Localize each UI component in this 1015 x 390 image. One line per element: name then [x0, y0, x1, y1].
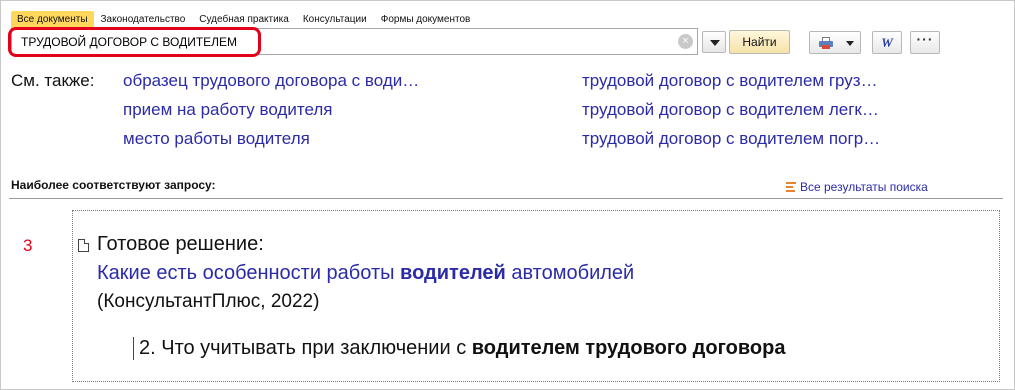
result-title-link[interactable]: Какие есть особенности работы водителей …: [97, 262, 634, 285]
result-source: (КонсультантПлюс, 2022): [97, 291, 320, 312]
more-icon: ···: [916, 31, 934, 47]
document-icon: [78, 239, 89, 252]
search-input[interactable]: [12, 29, 672, 54]
see-also-label: См. также:: [11, 71, 95, 90]
find-button[interactable]: Найти: [729, 30, 790, 54]
results-list-icon: [786, 182, 796, 192]
snippet-text: 2. Что учитывать при заключении с: [139, 337, 472, 359]
result-title-part: Какие есть особенности работы: [97, 262, 401, 284]
annotation-number: 3: [23, 236, 33, 255]
tab-all-documents[interactable]: Все документы: [11, 11, 94, 28]
more-options-button[interactable]: ···: [910, 31, 940, 54]
result-type: Готовое решение:: [97, 233, 264, 255]
see-also-link[interactable]: трудовой договор с водителем погр…: [582, 127, 880, 151]
word-icon: W: [881, 35, 893, 50]
tab-legislation[interactable]: Законодательство: [94, 11, 193, 28]
see-also-link[interactable]: место работы водителя: [123, 127, 310, 151]
see-also-link[interactable]: трудовой договор с водителем груз…: [582, 69, 878, 93]
tab-document-forms[interactable]: Формы документов: [374, 11, 478, 28]
tab-court-practice[interactable]: Судебная практика: [192, 11, 296, 28]
see-also-link[interactable]: образец трудового договора с води…: [123, 69, 419, 93]
see-also-link[interactable]: прием на работу водителя: [123, 98, 332, 122]
search-box: ×: [11, 28, 698, 55]
chevron-down-icon: [710, 40, 720, 46]
tab-consultations[interactable]: Консультации: [296, 11, 374, 28]
all-results-link[interactable]: Все результаты поиска: [786, 180, 928, 194]
clear-search-icon[interactable]: ×: [678, 34, 693, 49]
search-scope-tabs: Все документы Законодательство Судебная …: [11, 11, 477, 28]
result-snippet[interactable]: 2. Что учитывать при заключении с водите…: [133, 337, 785, 360]
print-button[interactable]: [809, 31, 861, 54]
divider: [9, 198, 1003, 199]
all-results-label: Все результаты поиска: [800, 180, 928, 194]
result-title-part: автомобилей: [505, 262, 635, 284]
snippet-highlight: водителем трудового договора: [471, 337, 786, 359]
search-history-dropdown-button[interactable]: [702, 31, 726, 53]
result-title-highlight: водителей: [400, 262, 506, 284]
printer-icon: [819, 37, 833, 49]
export-word-button[interactable]: W: [872, 31, 902, 54]
best-match-heading: Наиболее соответствуют запросу:: [11, 178, 216, 192]
see-also-link[interactable]: трудовой договор с водителем легк…: [582, 98, 879, 122]
chevron-down-icon: [846, 41, 854, 46]
